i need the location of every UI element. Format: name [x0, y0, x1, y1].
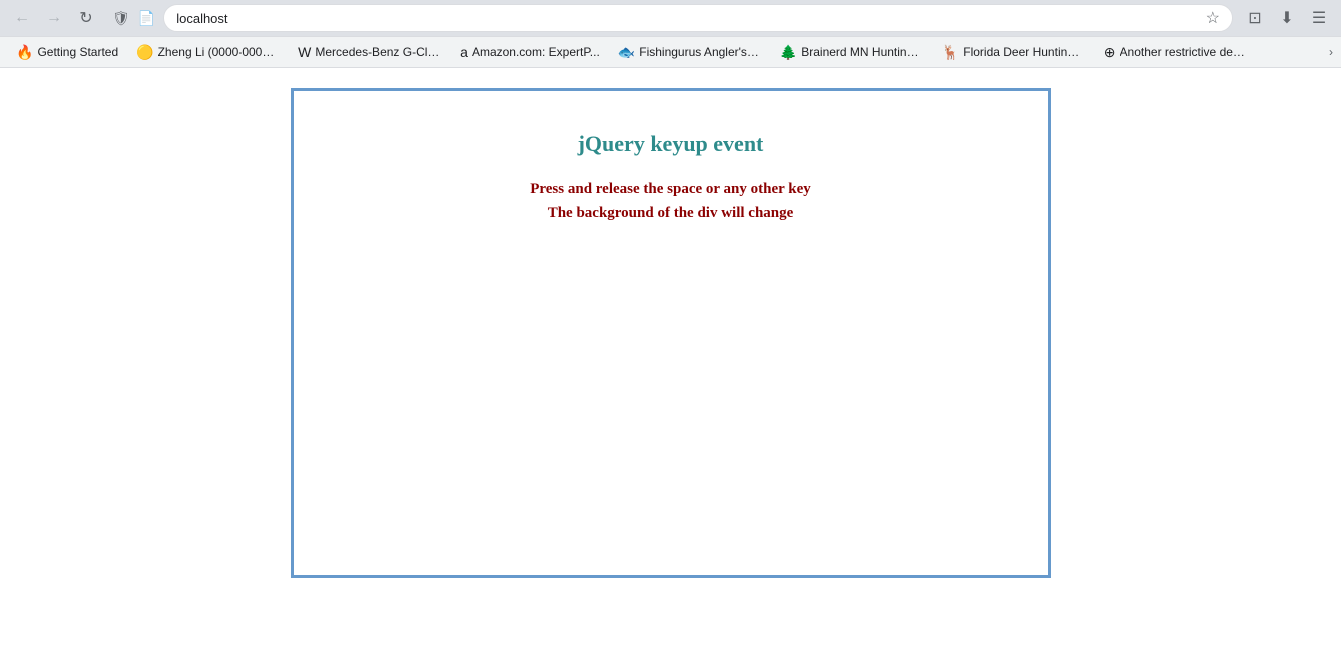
- bookmark-label-fishingurus: Fishingurus Angler's l...: [639, 45, 762, 59]
- bookmark-label-amazon: Amazon.com: ExpertP...: [472, 45, 600, 59]
- bookmark-item-fishingurus[interactable]: 🐟 Fishingurus Angler's l...: [610, 40, 770, 65]
- instruction-line2: The background of the div will change: [548, 205, 794, 221]
- bookmark-icon-fishingurus: 🐟: [618, 44, 635, 61]
- bookmark-label-mercedes: Mercedes-Benz G-Clas...: [315, 45, 442, 59]
- forward-button[interactable]: →: [40, 4, 68, 32]
- bookmark-item-amazon[interactable]: a Amazon.com: ExpertP...: [452, 40, 608, 64]
- page-icon: 📄: [138, 10, 155, 27]
- title-bar: ← → ↻ 🛡 📄 localhost ☆ ⊡ ⬇ ☰: [0, 0, 1341, 36]
- bookmark-icon-amazon: a: [460, 44, 468, 60]
- downloads-button[interactable]: ⬇: [1273, 4, 1301, 32]
- demo-box[interactable]: jQuery keyup event Press and release the…: [291, 88, 1051, 578]
- instruction-line1: Press and release the space or any other…: [530, 181, 811, 197]
- page-content: jQuery keyup event Press and release the…: [0, 68, 1341, 657]
- bookmarks-overflow-chevron[interactable]: ›: [1329, 45, 1333, 59]
- demo-instructions: Press and release the space or any other…: [530, 177, 811, 225]
- nav-buttons: ← → ↻: [8, 4, 100, 32]
- downloads-icon: ⬇: [1280, 8, 1293, 28]
- back-button[interactable]: ←: [8, 4, 36, 32]
- bookmark-item-getting-started[interactable]: 🔥 Getting Started: [8, 40, 126, 65]
- bookmark-label-zheng-li: Zheng Li (0000-0002-3...: [158, 45, 281, 59]
- bookmark-star-button[interactable]: ☆: [1206, 8, 1220, 28]
- forward-icon: →: [46, 9, 62, 27]
- menu-icon: ☰: [1312, 8, 1326, 28]
- bookmark-label-another: Another restrictive dee...: [1120, 45, 1248, 59]
- url-text: localhost: [176, 11, 1197, 26]
- shield-icon: 🛡: [112, 10, 130, 27]
- bookmark-icon-florida-deer: 🦌: [942, 44, 959, 61]
- bookmark-label-getting-started: Getting Started: [37, 45, 118, 59]
- refresh-button[interactable]: ↻: [72, 4, 100, 32]
- back-icon: ←: [14, 9, 30, 27]
- star-icon: ☆: [1206, 10, 1220, 27]
- demo-title: jQuery keyup event: [578, 131, 764, 157]
- address-bar[interactable]: localhost ☆: [163, 4, 1233, 32]
- refresh-icon: ↻: [79, 8, 92, 28]
- menu-button[interactable]: ☰: [1305, 4, 1333, 32]
- collections-button[interactable]: ⊡: [1241, 4, 1269, 32]
- bookmark-icon-getting-started: 🔥: [16, 44, 33, 61]
- toolbar-right: ⊡ ⬇ ☰: [1241, 4, 1333, 32]
- bookmark-item-brainerd[interactable]: 🌲 Brainerd MN Hunting ...: [772, 40, 932, 65]
- bookmark-label-florida-deer: Florida Deer Hunting S...: [963, 45, 1086, 59]
- collections-icon: ⊡: [1248, 8, 1261, 28]
- bookmark-icon-zheng-li: 🟡: [136, 44, 153, 61]
- bookmark-icon-mercedes: W: [298, 44, 311, 60]
- bookmark-label-brainerd: Brainerd MN Hunting ...: [801, 45, 924, 59]
- bookmark-item-mercedes[interactable]: W Mercedes-Benz G-Clas...: [290, 40, 450, 64]
- bookmark-icon-another: ⊕: [1104, 44, 1116, 61]
- bookmark-item-another[interactable]: ⊕ Another restrictive dee...: [1096, 40, 1256, 65]
- bookmark-icon-brainerd: 🌲: [780, 44, 797, 61]
- bookmarks-bar: 🔥 Getting Started 🟡 Zheng Li (0000-0002-3..…: [0, 36, 1341, 68]
- bookmark-item-florida-deer[interactable]: 🦌 Florida Deer Hunting S...: [934, 40, 1094, 65]
- bookmark-item-zheng-li[interactable]: 🟡 Zheng Li (0000-0002-3...: [128, 40, 288, 65]
